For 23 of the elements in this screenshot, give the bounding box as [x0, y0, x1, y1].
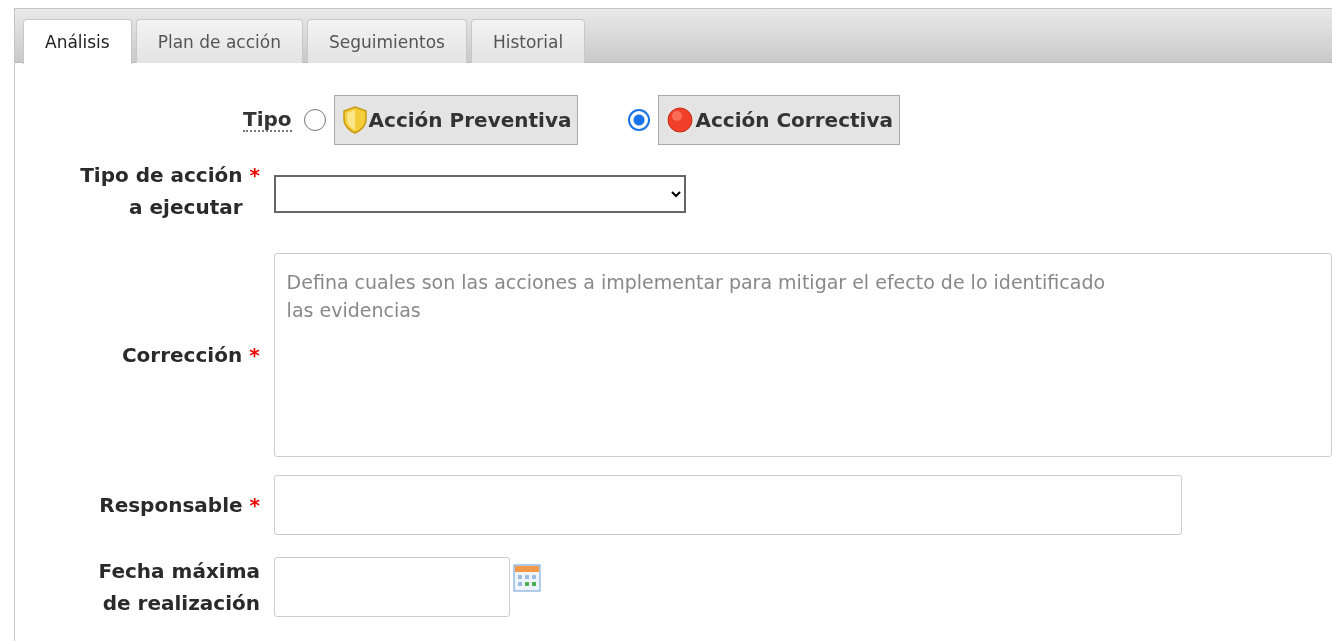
field-label: Tipo de acción a ejecutar: [79, 162, 243, 221]
radio-button[interactable]: [303, 109, 326, 131]
field-label: Responsable: [99, 492, 243, 519]
tab[interactable]: Análisis: [23, 19, 132, 64]
option-button[interactable]: Acción Correctiva: [658, 95, 900, 145]
required-mark: *: [249, 493, 260, 517]
action-type-select[interactable]: [274, 175, 686, 213]
input-field[interactable]: [274, 475, 1182, 535]
tab[interactable]: Historial: [470, 19, 586, 63]
radio-button[interactable]: [628, 109, 651, 131]
field-label: Tipo: [243, 108, 292, 132]
field-label: Fecha máxima de realización: [97, 558, 260, 617]
required-mark: *: [249, 343, 260, 367]
field-label: Corrección: [121, 342, 243, 369]
option-button[interactable]: Acción Preventiva: [333, 95, 579, 145]
calendar-icon[interactable]: [513, 564, 541, 592]
tab[interactable]: Plan de acción: [135, 19, 303, 63]
tab[interactable]: Seguimientos: [306, 19, 467, 63]
correction-field[interactable]: Defina cuales son las acciones a implementar para mitigar el efecto de lo identificado las evidencias: [273, 253, 1332, 457]
shield-icon: [342, 106, 367, 134]
date-field[interactable]: [274, 557, 510, 617]
stop-icon: [667, 107, 694, 133]
required-mark: *: [249, 163, 260, 187]
